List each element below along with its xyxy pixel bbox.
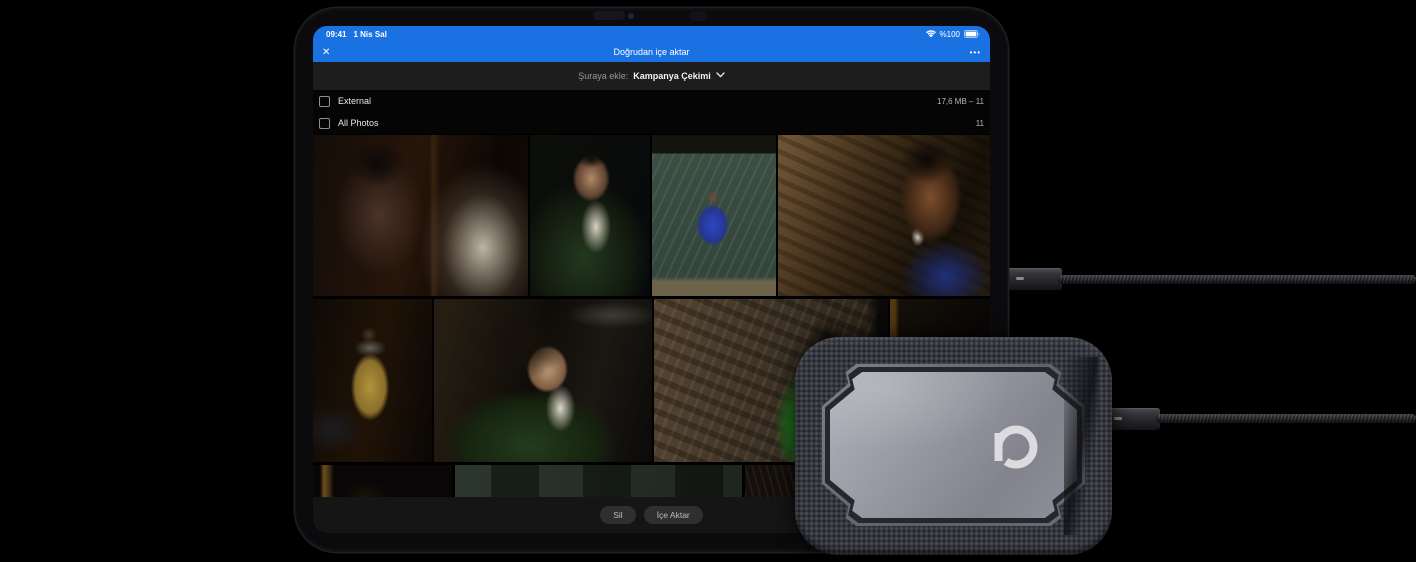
close-icon[interactable]: ✕	[322, 47, 330, 58]
front-camera-lens	[689, 11, 707, 21]
cable-wire	[1058, 275, 1416, 284]
source-list: External 17,6 MB – 11 All Photos 11	[313, 90, 990, 134]
front-camera-pill	[593, 11, 625, 20]
battery-full-icon	[964, 30, 980, 38]
status-date: 1 Nis Sal	[353, 30, 386, 39]
scene: 09:41 1 Nis Sal %100	[0, 0, 1416, 562]
photo-thumbnail-1[interactable]	[313, 135, 528, 296]
battery-percent: %100	[940, 30, 960, 39]
source-row-external[interactable]: External 17,6 MB – 11	[313, 90, 990, 112]
status-time: 09:41	[326, 30, 346, 39]
usb-connector	[1002, 268, 1062, 290]
drive-side-chamfer	[1064, 357, 1098, 535]
photo-thumbnail-9[interactable]	[313, 465, 452, 497]
delete-button[interactable]: Sil	[600, 506, 635, 524]
selected-album: Kampanya Çekimi	[633, 71, 711, 81]
photo-thumbnail-2[interactable]	[530, 135, 650, 296]
wifi-icon	[926, 30, 936, 38]
page-title: Doğrudan içe aktar	[313, 47, 990, 57]
status-bar: 09:41 1 Nis Sal %100	[313, 26, 990, 42]
more-options-icon[interactable]: •••	[970, 48, 981, 57]
import-nav-bar: Doğrudan içe aktar ✕ •••	[313, 42, 990, 62]
import-button[interactable]: İçe Aktar	[644, 506, 703, 524]
chevron-down-icon	[716, 72, 725, 78]
source-row-all-photos[interactable]: All Photos 11	[313, 112, 990, 134]
photo-thumbnail-6[interactable]	[434, 299, 652, 462]
photo-thumbnail-3[interactable]	[652, 135, 776, 296]
external-drive	[795, 337, 1112, 555]
photo-thumbnail-4[interactable]	[778, 135, 990, 296]
g-drive-logo-icon	[988, 420, 1042, 474]
checkbox-external[interactable]	[319, 96, 330, 107]
source-meta: 17,6 MB – 11	[937, 97, 984, 106]
source-meta: 11	[976, 119, 984, 128]
checkbox-all-photos[interactable]	[319, 118, 330, 129]
cable-wire	[1156, 414, 1416, 423]
source-label: All Photos	[338, 118, 379, 128]
photo-thumbnail-5[interactable]	[313, 299, 432, 462]
add-to-label: Şuraya ekle:	[578, 71, 628, 81]
source-label: External	[338, 96, 371, 106]
front-camera-icon	[628, 13, 634, 19]
add-to-album-selector[interactable]: Şuraya ekle: Kampanya Çekimi	[313, 62, 990, 90]
photo-thumbnail-10[interactable]	[455, 465, 742, 497]
